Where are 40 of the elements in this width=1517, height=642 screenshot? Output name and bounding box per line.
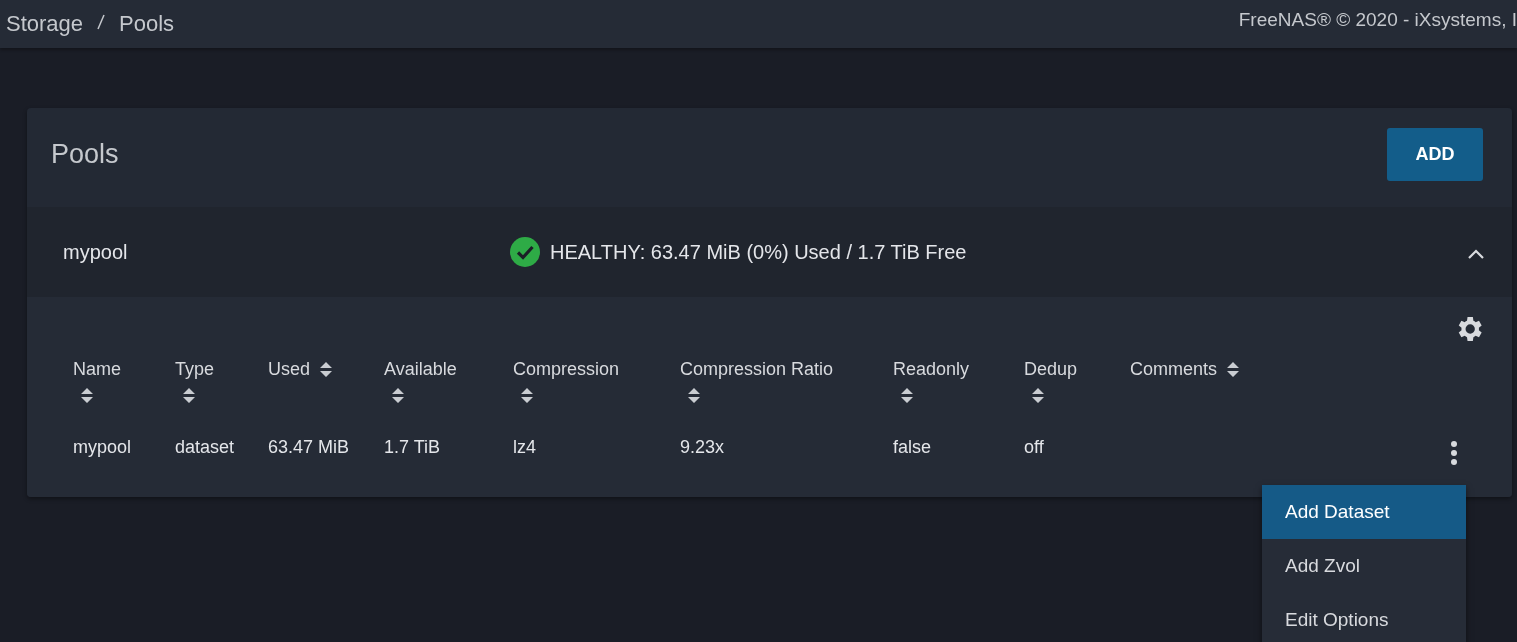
table-cell: 1.7 TiB	[384, 436, 441, 457]
table-cell: mypool	[73, 436, 132, 457]
column-header[interactable]: Available	[384, 359, 457, 380]
copyright-text: FreeNAS® © 2020 - iXsystems, I	[1238, 9, 1517, 31]
add-button[interactable]: ADD	[1387, 128, 1483, 181]
column-header[interactable]: Used	[268, 359, 311, 380]
sort-icon	[320, 362, 333, 377]
sort-icon	[688, 388, 700, 403]
separator-icon	[97, 13, 106, 30]
table-cell: dataset	[175, 436, 235, 457]
sort-icon	[183, 388, 195, 403]
pool-status: HEALTHY: 63.47 MiB (0%) Used / 1.7 TiB Free	[550, 240, 967, 264]
sort-icon	[901, 388, 913, 403]
card-title: Pools	[51, 139, 119, 170]
menu-item[interactable]: Edit Options	[1262, 593, 1466, 642]
breadcrumb-link[interactable]: Storage	[6, 11, 84, 37]
column-header[interactable]: Dedup	[1024, 359, 1078, 380]
column-header[interactable]: Compression Ratio	[680, 359, 834, 380]
column-header[interactable]: Comments	[1130, 359, 1218, 380]
breadcrumb-current: Pools	[119, 11, 175, 37]
table-cell: off	[1024, 436, 1044, 457]
column-header[interactable]: Readonly	[893, 359, 970, 380]
sort-icon	[81, 388, 93, 403]
sort-icon	[521, 388, 533, 403]
column-header[interactable]: Compression	[513, 359, 620, 380]
menu-item[interactable]: Add Dataset	[1262, 485, 1466, 539]
chevron-up-icon[interactable]	[1468, 248, 1484, 259]
table-cell: 9.23x	[680, 436, 725, 457]
column-header[interactable]: Name	[73, 359, 121, 380]
sort-icon	[1032, 388, 1044, 403]
table-cell: 63.47 MiB	[268, 436, 350, 457]
pool-name: mypool	[63, 240, 129, 264]
pool-header[interactable]: mypool HEALTHY: 63.47 MiB (0%) Used / 1.7 TiB Free	[27, 207, 1512, 297]
column-header[interactable]: Type	[175, 359, 215, 380]
menu-item[interactable]: Add Zvol	[1262, 539, 1466, 593]
table-cell: false	[893, 436, 932, 457]
sort-icon	[1227, 362, 1240, 377]
table-cell: lz4	[513, 436, 536, 457]
more-vertical-icon[interactable]	[1450, 440, 1458, 466]
sort-icon	[392, 388, 404, 403]
